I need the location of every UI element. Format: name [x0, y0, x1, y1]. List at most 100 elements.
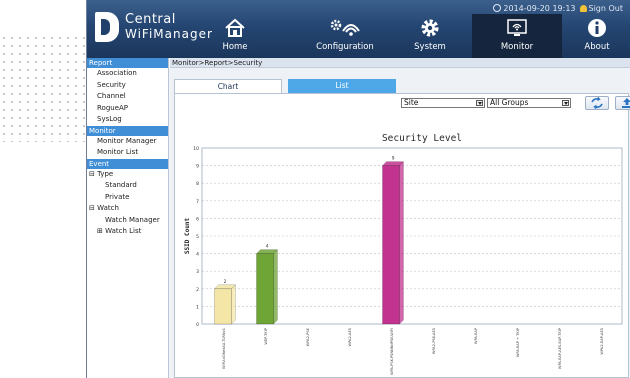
y-tick-label: 0	[196, 322, 199, 328]
datetime-text: 2014-09-20 19:13	[503, 4, 576, 13]
y-tick-label: 9	[196, 164, 199, 170]
plot-area: 0 1 2 3 4 5 6 7 8 9 10 2 WiFiAnONetAU-TLRNv1 4 WEP-TKI…	[193, 146, 623, 375]
y-tick-label: 10	[193, 146, 199, 152]
x-category-label: WPA-EAP-AES-EAP-TKIP	[558, 327, 562, 369]
chevron-down-icon	[562, 100, 569, 106]
y-tick-label: 7	[196, 199, 199, 205]
decorative-dot-pattern	[0, 34, 86, 142]
sidebar-item-monitor-manager[interactable]: Monitor Manager	[87, 136, 168, 148]
refresh-button[interactable]	[585, 96, 609, 110]
collapse-icon[interactable]: ⊟	[89, 204, 95, 212]
bar-data-label: 4	[266, 244, 269, 250]
nav-monitor[interactable]: Monitor	[472, 14, 562, 58]
brand-title-line2: WiFiManager	[125, 27, 213, 41]
status-datetime: 2014-09-20 19:13 Sign Out	[493, 4, 623, 13]
x-category-label: WPA-PSK-PSNNNdPSK-WIFI	[390, 328, 394, 375]
brand-logo: Central WiFiManager	[95, 12, 213, 42]
x-category-label: WiFiAnONetAU-TLRNv1	[222, 328, 226, 369]
nav-monitor-label: Monitor	[500, 42, 534, 52]
sidebar-item-private[interactable]: Private	[87, 192, 168, 204]
sidebar-section-monitor[interactable]: Monitor	[87, 125, 168, 136]
brand-title-line1: Central	[125, 12, 176, 27]
bar	[382, 165, 400, 325]
bar-top	[381, 161, 405, 166]
clock-icon	[493, 4, 502, 12]
y-tick-label: 1	[196, 304, 199, 310]
sidebar: Report Association Security Channel Rogu…	[87, 58, 169, 378]
y-tick-label: 8	[196, 181, 199, 187]
collapse-icon[interactable]: ⊟	[89, 170, 95, 178]
expand-icon[interactable]: ⊞	[97, 227, 103, 235]
tab-chart[interactable]: Chart	[174, 79, 282, 93]
chart-svg: Security Level SSID Count 0 1 2 3 4 5 6 7 8 9 10 2 W…	[184, 133, 623, 375]
bar-top	[255, 249, 279, 254]
sidebar-item-type[interactable]: ⊟ Type	[87, 169, 168, 181]
central-wifimanager-window: Central WiFiManager 2014-09-20 19:13 Sign…	[86, 0, 630, 378]
site-select-value: Site	[404, 98, 419, 107]
y-tick-label: 5	[196, 234, 199, 240]
x-category-label: WPA-EAP	[474, 327, 478, 344]
monitor-icon	[505, 14, 529, 42]
bar-side	[231, 284, 236, 325]
nav-home[interactable]: Home	[205, 14, 265, 58]
chart-title: Security Level	[382, 133, 462, 144]
sidebar-item-watch-list[interactable]: ⊞ Watch List	[87, 226, 168, 238]
export-icon	[622, 98, 630, 108]
sidebar-item-syslog[interactable]: SysLog	[87, 114, 168, 126]
nav-home-label: Home	[222, 42, 248, 52]
y-tick-label: 3	[196, 269, 199, 275]
sidebar-item-standard[interactable]: Standard	[87, 180, 168, 192]
x-category-label: WPA2-PSK	[306, 327, 310, 346]
main-content: Monitor>Report>Security Chart List Site …	[170, 58, 630, 378]
sidebar-item-watch-manager[interactable]: Watch Manager	[87, 215, 168, 227]
bar-side	[273, 248, 278, 325]
signout-link[interactable]: Sign Out	[589, 4, 624, 13]
chart-y-axis-label: SSID Count	[184, 218, 191, 255]
groups-select-value: All Groups	[490, 98, 529, 107]
configuration-icon	[327, 14, 363, 42]
nav-configuration[interactable]: Configuration	[300, 14, 390, 58]
nav-system[interactable]: System	[390, 14, 470, 58]
sidebar-item-security[interactable]: Security	[87, 80, 168, 92]
security-level-chart: Security Level SSID Count 0 1 2 3 4 5 6 7 8 9 10 2 W…	[175, 114, 630, 378]
tab-list[interactable]: List	[288, 79, 396, 93]
y-tick-label: 4	[196, 252, 199, 258]
sidebar-item-rogueap[interactable]: RogueAP	[87, 103, 168, 115]
nav-configuration-label: Configuration	[316, 42, 374, 52]
site-select[interactable]: Site	[401, 98, 485, 108]
info-icon	[586, 14, 608, 42]
refresh-icon	[591, 97, 603, 109]
sidebar-section-report[interactable]: Report	[87, 58, 168, 68]
groups-select[interactable]: All Groups	[487, 98, 571, 108]
user-icon	[579, 5, 587, 12]
nav-about[interactable]: About	[567, 14, 627, 58]
nav-system-label: System	[414, 42, 446, 52]
sidebar-item-monitor-list[interactable]: Monitor List	[87, 147, 168, 159]
breadcrumb: Monitor>Report>Security	[170, 58, 630, 68]
sidebar-item-channel[interactable]: Channel	[87, 91, 168, 103]
screenshot-stage: Central WiFiManager 2014-09-20 19:13 Sign…	[0, 0, 630, 378]
bar-top	[213, 284, 237, 290]
bar-data-label: 9	[392, 156, 395, 162]
view-tabs: Chart List	[174, 79, 396, 93]
sidebar-section-event[interactable]: Event	[87, 158, 168, 169]
x-category-label: WPA2-PSK-AES	[432, 327, 436, 354]
chevron-down-icon	[476, 100, 483, 106]
x-category-label: WPA2-AES	[348, 327, 352, 346]
bar-side	[399, 160, 404, 325]
x-category-label: WPA-EAP + TKIP	[516, 327, 520, 357]
x-category-label: WEP-TKIP	[264, 327, 268, 344]
x-category-label: WPA2-EAP-AES	[600, 327, 604, 354]
top-header: Central WiFiManager 2014-09-20 19:13 Sign…	[87, 0, 630, 58]
bar	[256, 253, 274, 325]
bar	[214, 288, 232, 325]
y-tick-label: 6	[196, 216, 199, 222]
home-icon	[224, 14, 246, 42]
nav-about-label: About	[584, 42, 610, 52]
sidebar-item-association[interactable]: Association	[87, 68, 168, 80]
bar-data-label: 2	[224, 279, 227, 285]
sidebar-item-watch[interactable]: ⊟ Watch	[87, 203, 168, 215]
d-logo-icon	[95, 12, 119, 42]
y-tick-label: 2	[196, 287, 199, 293]
export-button[interactable]	[615, 96, 630, 110]
